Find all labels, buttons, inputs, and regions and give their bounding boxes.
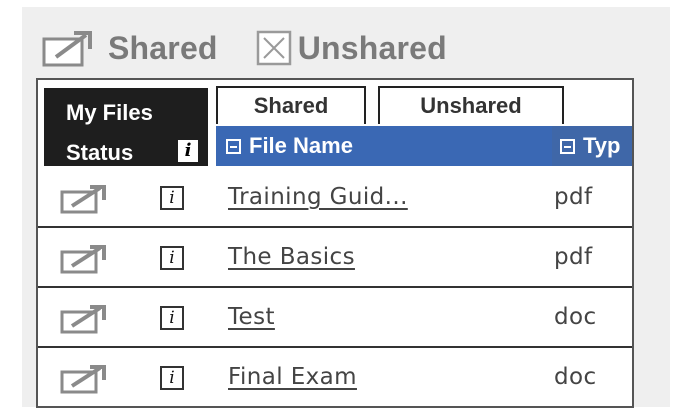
status-info-icon[interactable]: i	[178, 140, 198, 162]
type-column-header[interactable]: Typ	[552, 126, 632, 166]
table-row: i Training Guid... pdf	[38, 168, 632, 228]
file-type: pdf	[554, 184, 593, 210]
file-name-column-label: File Name	[249, 133, 353, 158]
collapse-column-icon[interactable]	[226, 138, 241, 154]
file-type: doc	[554, 304, 597, 330]
sharing-legend: Shared Unshared	[42, 28, 485, 68]
shared-icon	[60, 244, 116, 274]
legend-shared: Shared	[42, 29, 218, 67]
file-name-link[interactable]: Test	[228, 304, 275, 330]
tab-unshared[interactable]: Unshared	[378, 86, 564, 124]
file-type: doc	[554, 364, 597, 390]
file-name-link[interactable]: Final Exam	[228, 364, 357, 390]
table-row: i The Basics pdf	[38, 228, 632, 288]
files-table: My Files Status i Shared Unshared File N…	[36, 78, 634, 408]
file-name-column-header[interactable]: File Name	[216, 126, 552, 166]
shared-icon	[60, 184, 116, 214]
legend-shared-label: Shared	[108, 29, 218, 66]
shared-icon	[60, 304, 116, 334]
type-column-label: Typ	[583, 133, 621, 158]
unshared-icon	[256, 30, 292, 66]
shared-icon	[42, 29, 102, 67]
legend-unshared-label: Unshared	[297, 29, 447, 66]
file-rows: i Training Guid... pdf i The Basics pdf	[38, 168, 632, 406]
info-icon[interactable]: i	[160, 186, 184, 210]
legend-unshared: Unshared	[256, 30, 447, 67]
table-row: i Test doc	[38, 288, 632, 348]
info-icon[interactable]: i	[160, 366, 184, 390]
file-type: pdf	[554, 244, 593, 270]
info-icon[interactable]: i	[160, 246, 184, 270]
my-files-tab[interactable]: My Files	[66, 100, 153, 126]
status-column-header: Status	[66, 140, 134, 165]
info-icon[interactable]: i	[160, 306, 184, 330]
table-row: i Final Exam doc	[38, 348, 632, 406]
file-name-link[interactable]: The Basics	[228, 244, 355, 270]
my-files-header: My Files Status i	[44, 88, 208, 166]
collapse-column-icon[interactable]	[560, 138, 575, 154]
shared-icon	[60, 364, 116, 394]
file-name-link[interactable]: Training Guid...	[228, 184, 408, 210]
tab-shared[interactable]: Shared	[216, 86, 366, 124]
